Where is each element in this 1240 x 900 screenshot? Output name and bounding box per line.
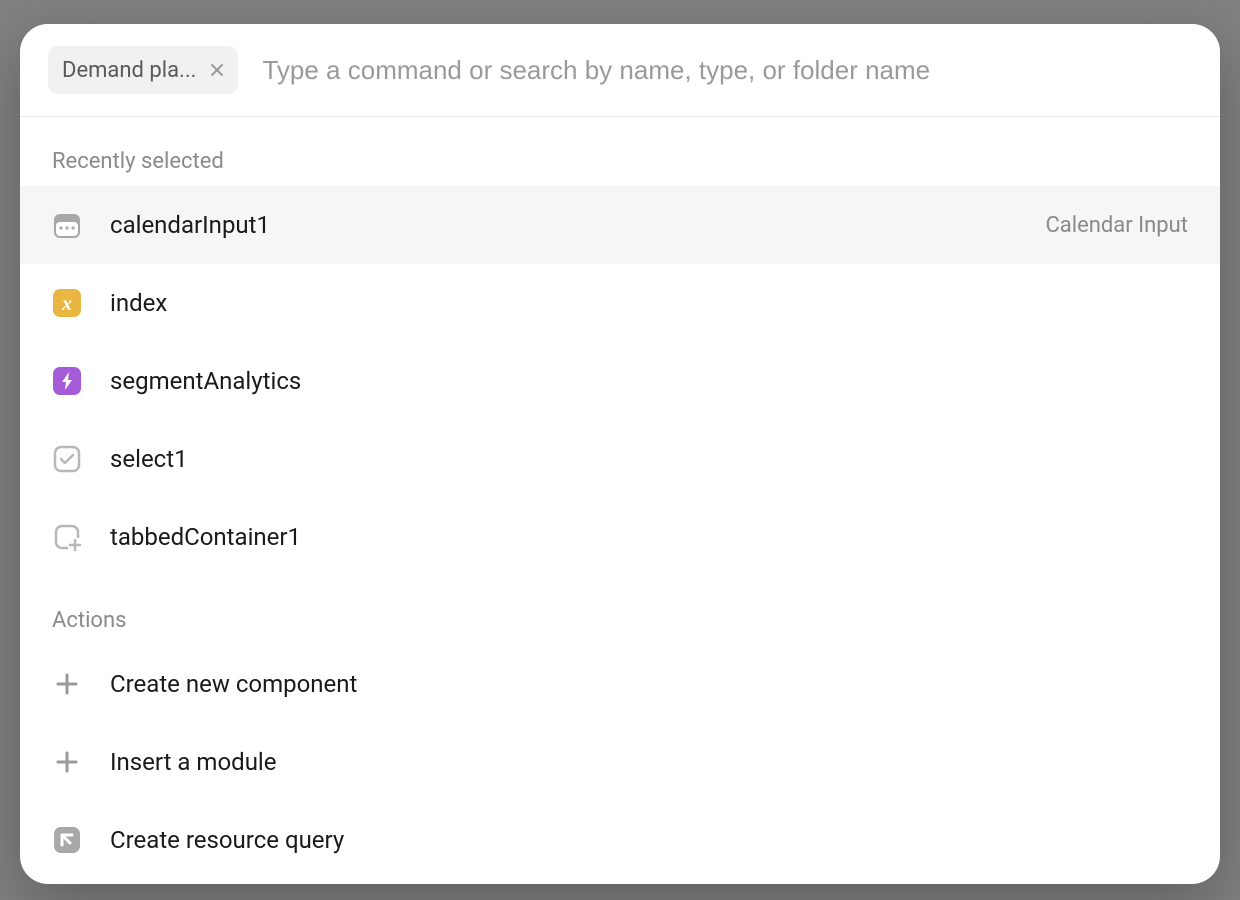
- list-item[interactable]: select1: [20, 420, 1220, 498]
- section-header-actions: Actions: [20, 576, 1220, 645]
- lightning-icon: [52, 366, 82, 396]
- list-item-meta: Calendar Input: [1045, 213, 1188, 238]
- list-item[interactable]: x index: [20, 264, 1220, 342]
- close-icon[interactable]: [210, 60, 224, 80]
- list-item[interactable]: Insert a module: [20, 723, 1220, 801]
- search-row: Demand pla...: [20, 24, 1220, 117]
- list-item[interactable]: Create resource query: [20, 801, 1220, 879]
- list-item-label: Insert a module: [110, 748, 1188, 776]
- list-item-label: calendarInput1: [110, 211, 1017, 239]
- plus-icon: [52, 669, 82, 699]
- context-chip[interactable]: Demand pla...: [48, 46, 238, 94]
- checkbox-icon: [52, 444, 82, 474]
- svg-text:x: x: [61, 293, 72, 315]
- list-item[interactable]: segmentAnalytics: [20, 342, 1220, 420]
- list-item[interactable]: tabbedContainer1: [20, 498, 1220, 576]
- command-palette: Demand pla... Recently selected calendar…: [20, 24, 1220, 884]
- plus-icon: [52, 747, 82, 777]
- calendar-icon: [52, 210, 82, 240]
- search-input[interactable]: [262, 55, 1192, 86]
- variable-icon: x: [52, 288, 82, 318]
- list-item-label: segmentAnalytics: [110, 367, 1160, 395]
- section-header-recent: Recently selected: [20, 117, 1220, 186]
- list-item[interactable]: Create new component: [20, 645, 1220, 723]
- list-item[interactable]: calendarInput1 Calendar Input: [20, 186, 1220, 264]
- list-item-label: index: [110, 289, 1160, 317]
- list-item-label: select1: [110, 445, 1160, 473]
- container-add-icon: [52, 522, 82, 552]
- list-item-label: Create resource query: [110, 826, 1188, 854]
- list-item-label: tabbedContainer1: [110, 523, 1160, 551]
- context-chip-label: Demand pla...: [62, 58, 196, 83]
- query-icon: [52, 825, 82, 855]
- list-item-label: Create new component: [110, 670, 1188, 698]
